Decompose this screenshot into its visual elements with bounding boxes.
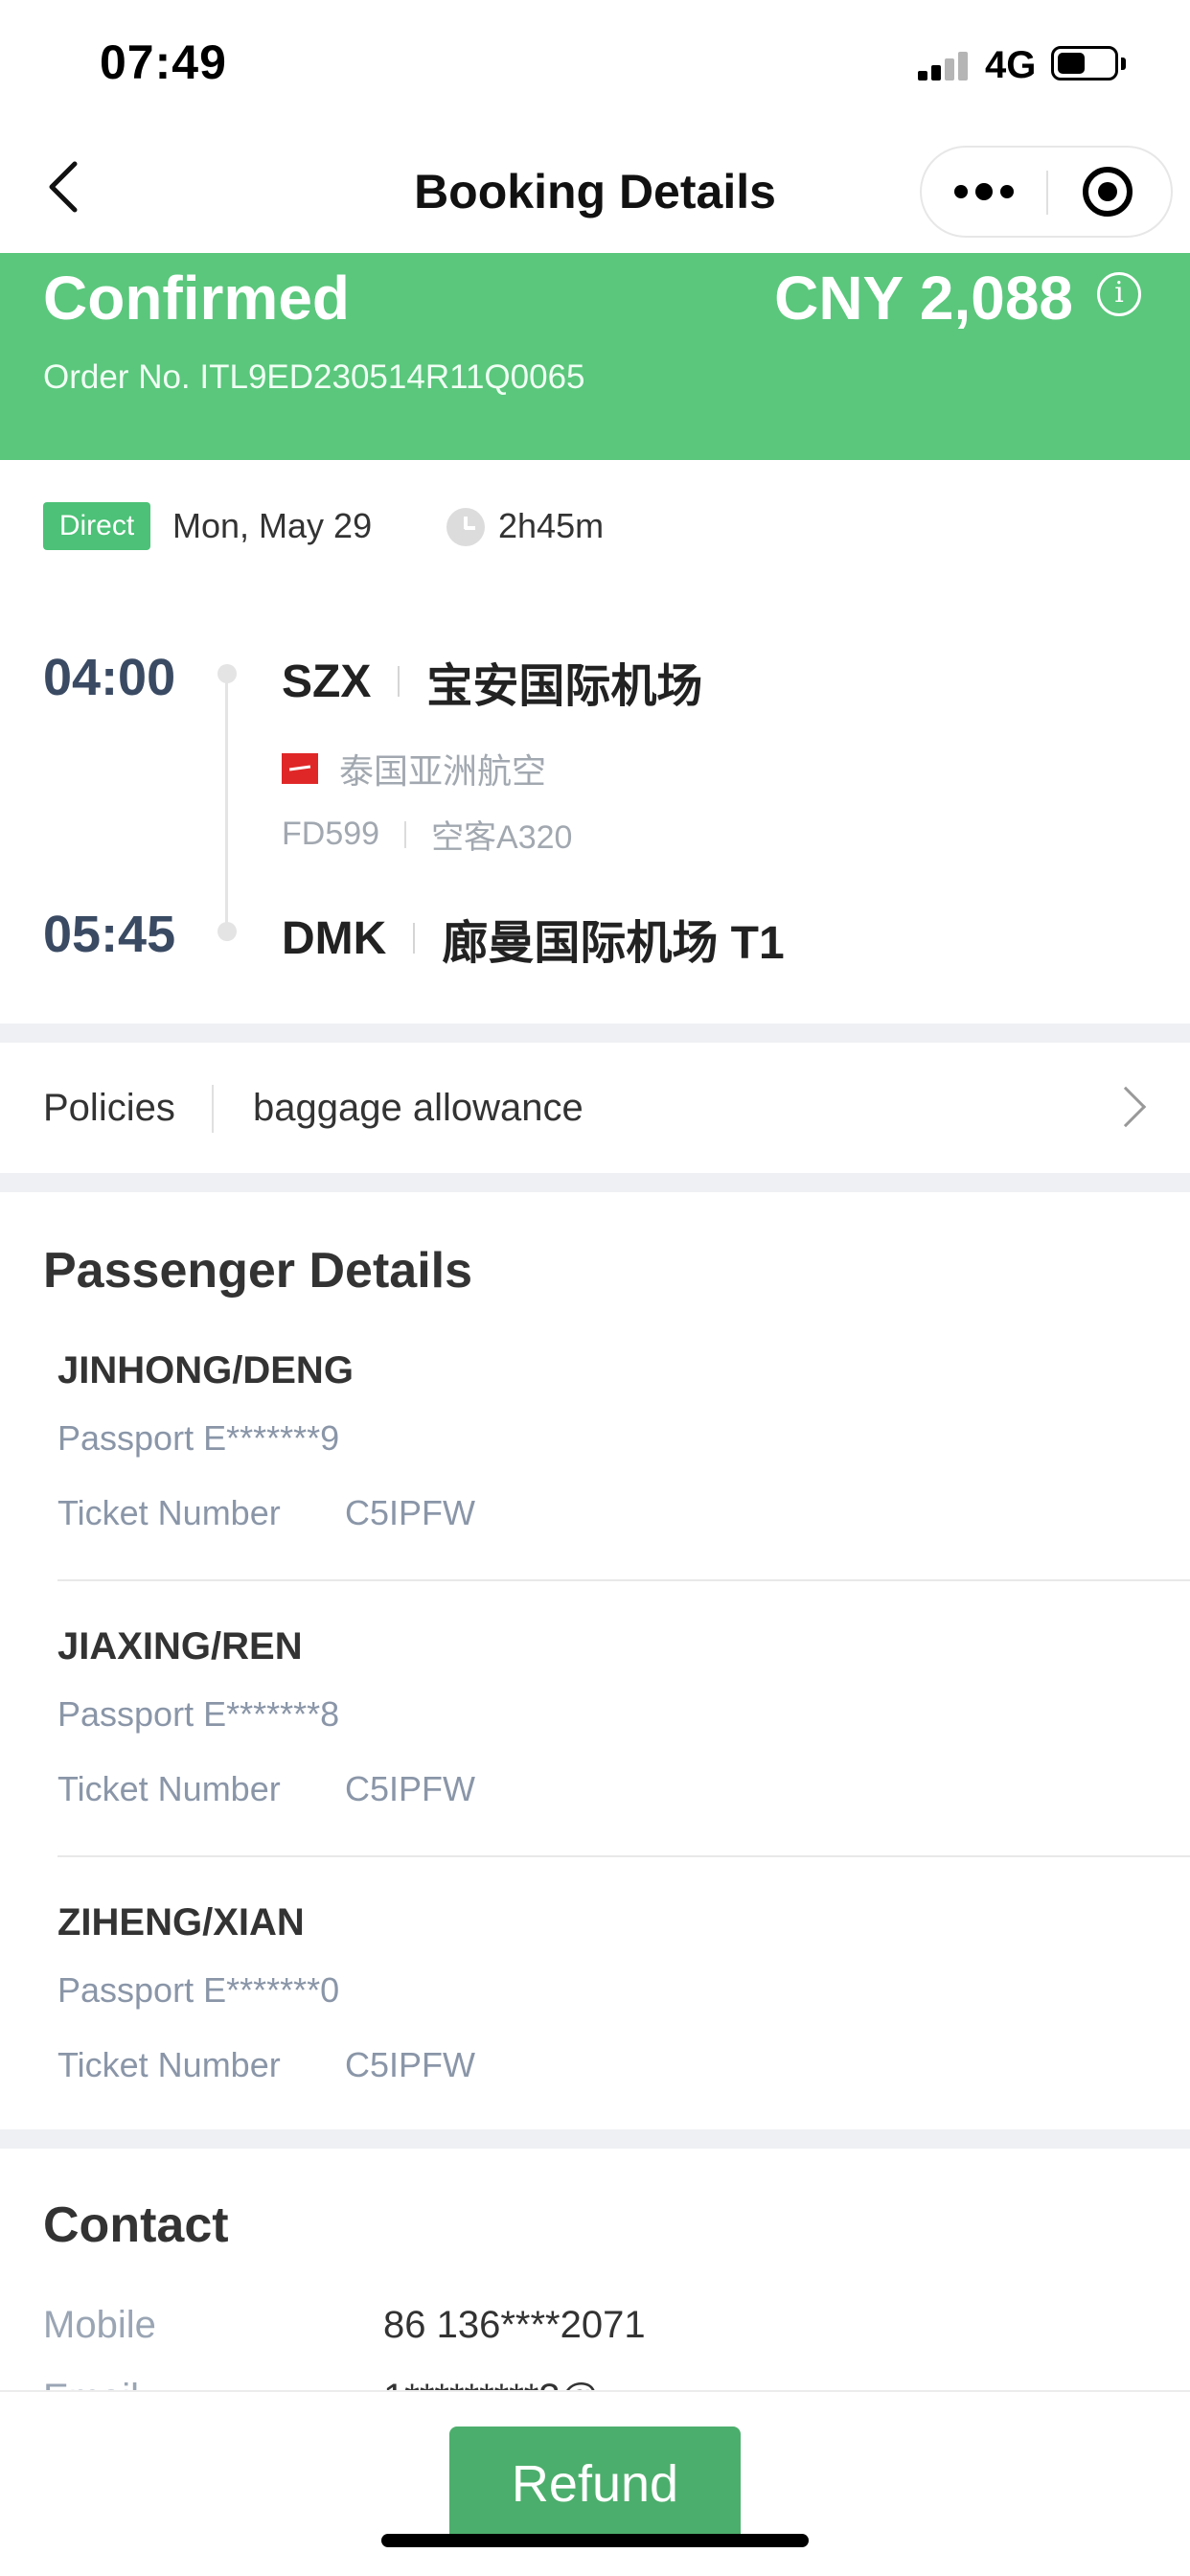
ticket-number-label: Ticket Number [57,1493,281,1532]
passenger-name: JINHONG/DENG [57,1349,354,1392]
policies-divider [212,1085,214,1133]
flight-date: Mon, May 29 [172,506,373,545]
airline-logo-icon [282,753,318,784]
status-bar: 07:49 4G [0,0,1190,129]
home-indicator [381,2534,809,2547]
section-divider [0,1024,1190,1043]
airport-separator [398,666,400,697]
passenger-passport: Passport E*******0 [57,1970,340,2010]
bottom-action-bar: Refund [0,2390,1190,2576]
flight-number: FD599 [282,816,380,852]
ticket-number-label: Ticket Number [57,1769,281,1808]
airline-name: 泰国亚洲航空 [339,751,547,791]
timeline-dot-departure [217,664,237,683]
order-number: Order No. ITL9ED230514R11Q0065 [43,358,585,396]
timeline-dot-arrival [217,922,237,941]
chevron-right-icon [1105,1086,1147,1128]
battery-tip [1121,58,1126,70]
total-price: CNY 2,088 [774,264,1073,333]
status-time: 07:49 [100,35,227,89]
refund-button[interactable]: Refund [449,2426,741,2542]
mobile-value: 86 136****2071 [383,2304,646,2346]
booking-status-banner: Confirmed CNY 2,088 i Order No. ITL9ED23… [0,253,1190,460]
flight-info-row: FD599 空客A320 [282,811,572,858]
policies-label: Policies [43,1087,175,1129]
ticket-number-value: C5IPFW [345,1769,476,1808]
ticket-number-value: C5IPFW [345,2045,476,2084]
policies-row[interactable]: Policies baggage allowance [0,1043,1190,1173]
section-divider [0,1173,1190,1192]
airline-row: 泰国亚洲航空 [282,744,546,794]
aircraft-type: 空客A320 [431,819,573,856]
booking-status: Confirmed [43,264,350,333]
departure-code: SZX [282,656,372,707]
signal-icon [918,50,970,80]
section-divider [0,2129,1190,2149]
more-dot-icon [975,183,993,200]
passenger-details-title: Passenger Details [43,1243,473,1299]
passenger-name: JIAXING/REN [57,1625,303,1668]
arrival-airport-name: 廊曼国际机场 T1 [442,918,785,969]
close-target-icon[interactable] [1083,167,1133,217]
mini-program-capsule [920,146,1173,238]
arrival-airport: DMK 廊曼国际机场 T1 [282,905,785,972]
battery-icon [1051,46,1118,80]
passenger-passport: Passport E*******8 [57,1694,340,1734]
departure-airport-name: 宝安国际机场 [426,661,703,712]
ticket-number-label: Ticket Number [57,2045,281,2084]
passenger-divider [57,1855,1190,1857]
baggage-allowance-link: baggage allowance [253,1087,584,1129]
arrival-time: 05:45 [43,906,176,963]
clock-icon [446,508,485,546]
departure-time: 04:00 [43,649,176,706]
passenger-name: ZIHENG/XIAN [57,1901,305,1944]
arrival-code: DMK [282,912,387,964]
direct-badge: Direct [43,502,150,550]
more-options-button[interactable] [922,148,1046,236]
passenger-passport: Passport E*******9 [57,1418,340,1458]
nav-bar: Booking Details [0,129,1190,254]
airport-separator [413,923,416,954]
contact-title: Contact [43,2197,229,2253]
departure-airport: SZX 宝安国际机场 [282,648,702,715]
timeline-line [225,674,228,932]
mobile-label: Mobile [43,2304,156,2346]
price-info-icon[interactable]: i [1097,272,1141,316]
flight-info-separator [404,820,407,848]
capsule-divider [1046,171,1048,215]
ticket-number-value: C5IPFW [345,1493,476,1532]
flight-duration: 2h45m [498,506,605,545]
more-dot-icon [954,185,968,198]
passenger-divider [57,1579,1190,1581]
network-type: 4G [985,44,1037,86]
more-dot-icon [1000,185,1014,198]
